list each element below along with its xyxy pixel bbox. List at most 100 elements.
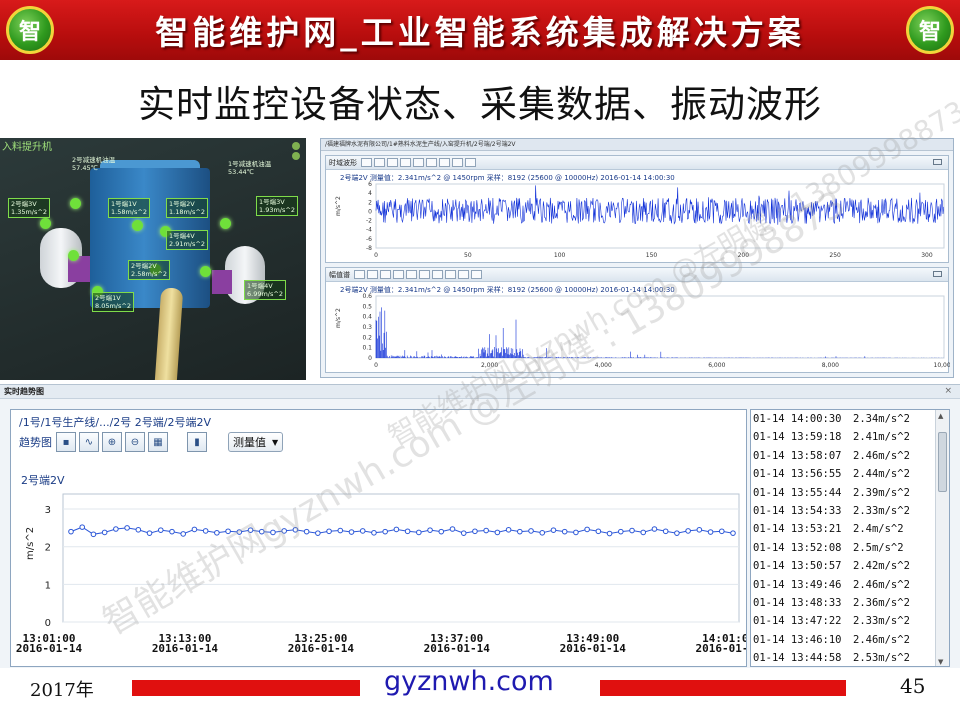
close-icon[interactable]: × [944, 386, 952, 396]
reading-time: 01-14 13:49:46 [753, 578, 842, 591]
list-item[interactable]: 01-14 13:56:55 2.44m/s^2 [751, 465, 949, 483]
data-point [573, 529, 579, 536]
reading-value: 2.39m/s^2 [853, 486, 910, 499]
reading-value: 2.41m/s^2 [853, 431, 910, 444]
sensor-name: 1号端2V [169, 200, 195, 208]
data-point [416, 529, 422, 536]
list-item[interactable]: 01-14 13:58:07 2.46m/s^2 [751, 447, 949, 465]
sensor-point[interactable] [220, 218, 231, 229]
x-tick-label: 100 [554, 252, 566, 259]
spectrum-plot[interactable]: 0.6 0.5 0.4 0.3 0.2 0.1 00 2,000 4,000 6,000 8,000… [326, 268, 950, 372]
footer-bar-right [600, 680, 846, 696]
y-tick-label: -8 [366, 245, 372, 252]
reading-list[interactable]: 01-14 14:00:30 2.34m/s^2 01-14 13:59:18 2.4… [750, 409, 950, 667]
logo-badge-left: 智 [6, 6, 54, 54]
data-point [472, 528, 478, 535]
x-tick-date: 2016-01-14 [152, 642, 219, 655]
badge-text: 智 [918, 19, 941, 45]
list-item[interactable]: 01-14 13:53:21 2.4m/s^2 [751, 520, 949, 538]
sensor-point[interactable] [68, 250, 79, 261]
zoom-icon[interactable] [292, 142, 300, 150]
x-tick-label: 0 [374, 362, 378, 369]
y-tick-label: 0.3 [362, 324, 372, 331]
data-point [595, 528, 602, 535]
reading-value: 2.42m/s^2 [853, 560, 910, 573]
list-item[interactable]: 01-14 13:52:08 2.5m/s^2 [751, 539, 949, 557]
list-item[interactable]: 01-14 13:49:46 2.46m/s^2 [751, 576, 949, 594]
sensor-point[interactable] [40, 218, 51, 229]
x-tick-label: 4,000 [595, 362, 612, 369]
list-item[interactable]: 01-14 14:00:30 2.34m/s^2 [751, 410, 949, 428]
sensor-point[interactable] [200, 266, 211, 277]
sensor-value: 53.44℃ [228, 168, 254, 176]
footer-bar-left [132, 680, 360, 696]
y-tick-label: 0.1 [362, 345, 372, 352]
list-item[interactable]: 01-14 13:50:57 2.42m/s^2 [751, 557, 949, 575]
data-point [528, 528, 534, 534]
data-point [157, 527, 164, 533]
list-item[interactable]: 01-14 13:46:10 2.46m/s^2 [751, 631, 949, 649]
data-point [561, 528, 568, 535]
x-tick-label: 250 [829, 252, 841, 259]
x-tick-label: 0 [374, 252, 378, 259]
scrollbar[interactable]: ▲ ▼ [935, 410, 949, 666]
list-item[interactable]: 01-14 13:47:22 2.33m/s^2 [751, 612, 949, 630]
data-point [315, 530, 321, 536]
data-point [460, 530, 467, 536]
y-tick-label: 0.4 [362, 314, 372, 321]
y-tick-label: 6 [368, 181, 372, 188]
reading-value: 2.46m/s^2 [853, 449, 910, 462]
scroll-down-icon[interactable]: ▼ [938, 658, 943, 666]
sensor-point[interactable] [132, 220, 143, 231]
list-item[interactable]: 01-14 13:44:58 2.53m/s^2 [751, 649, 949, 666]
data-point [483, 527, 489, 534]
trend-plot[interactable]: 3210m/s^213:01:002016-01-1413:13:002016-… [11, 410, 746, 666]
reading-time: 01-14 13:47:22 [753, 615, 842, 628]
reading-value: 2.4m/s^2 [853, 523, 904, 536]
x-tick-label: 200 [738, 252, 750, 259]
list-item[interactable]: 01-14 13:55:44 2.39m/s^2 [751, 484, 949, 502]
data-point [674, 530, 680, 536]
window-title: 实时趋势图 [0, 385, 960, 399]
list-item[interactable]: 01-14 13:48:33 2.36m/s^2 [751, 594, 949, 612]
sensor-name: 1号减速机油温 [228, 160, 272, 168]
waveform-plot[interactable]: 6420-2-4-6-80 50 100 150 200 250 300m/s^2 [326, 156, 950, 262]
reading-value: 2.46m/s^2 [853, 578, 910, 591]
scroll-thumb[interactable] [938, 432, 947, 492]
reading-time: 01-14 13:59:18 [753, 431, 842, 444]
reading-time: 01-14 13:53:21 [753, 523, 842, 536]
data-point [606, 530, 613, 537]
sensor-value: 6.99m/s^2 [247, 290, 283, 298]
reading-time: 01-14 13:58:07 [753, 449, 842, 462]
sensor-name: 1号端3V [259, 198, 285, 206]
x-tick-label: 6,000 [708, 362, 725, 369]
reading-time: 01-14 13:54:33 [753, 504, 842, 517]
data-point [685, 528, 691, 534]
sensor-name: 2号端2V [131, 262, 157, 270]
data-point [169, 528, 175, 535]
page-number: 45 [900, 674, 926, 698]
y-tick-label: 0 [368, 355, 372, 362]
data-point [404, 528, 411, 535]
plot-frame [375, 295, 945, 359]
scroll-up-icon[interactable]: ▲ [938, 412, 943, 420]
data-point [68, 528, 74, 535]
data-point [584, 526, 590, 533]
list-item[interactable]: 01-14 13:59:18 2.41m/s^2 [751, 428, 949, 446]
sensor-point[interactable] [70, 198, 81, 209]
data-point [438, 528, 445, 535]
footer-year: 2017年 [30, 680, 94, 701]
coupling-right [212, 270, 232, 294]
footer-site[interactable]: gyznwh.com [384, 666, 554, 697]
reading-rows: 01-14 14:00:30 2.34m/s^2 01-14 13:59:18 2.4… [751, 410, 949, 666]
data-point [337, 527, 344, 534]
list-item[interactable]: 01-14 13:54:33 2.33m/s^2 [751, 502, 949, 520]
badge-text: 智 [18, 19, 41, 45]
slide-title: 实时监控设备状态、采集数据、振动波形 [138, 83, 822, 126]
sensor-value: 8.05m/s^2 [95, 302, 131, 310]
rotate-icon[interactable] [292, 152, 300, 160]
data-point [427, 527, 433, 533]
view-controls[interactable] [290, 140, 302, 166]
machine-3d-view[interactable]: 入料提升机 2号减速机油温 57.45℃ 1号减速机油温 53.44℃ 2号端3V 1… [0, 138, 306, 380]
sensor-name: 2号端1V [95, 294, 121, 302]
